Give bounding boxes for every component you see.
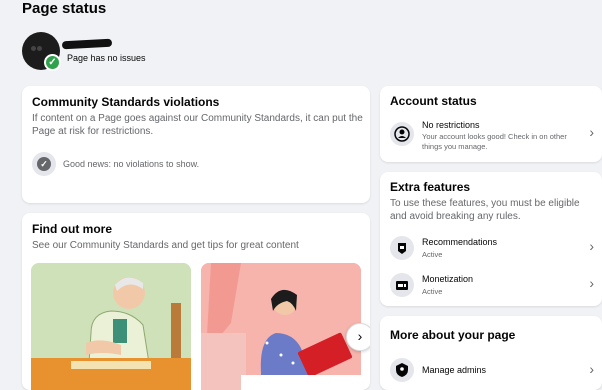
checkmark-icon: ✓ [44,54,61,71]
page-status-text: Page has no issues [67,53,146,63]
find-out-more-card: Find out more See our Community Standard… [22,213,370,390]
extra-features-title: Extra features [390,180,471,194]
account-status-title: Account status [390,94,477,108]
community-standards-title: Community Standards violations [32,95,220,109]
elder-man-illustration [31,263,191,390]
checkmark-circle-icon: ✓ [32,152,56,176]
tip-card-woman-laptop[interactable] [201,263,361,390]
extra-features-card: Extra features To use these features, yo… [380,172,602,306]
account-status-card: Account status No restrictions Your acco… [380,86,602,162]
page-name-redacted [61,38,113,50]
manage-admins-label[interactable]: Manage admins [422,365,486,375]
shield-icon [390,358,414,382]
more-about-page-card: More about your page Manage admins › [380,316,602,390]
community-standards-description: If content on a Page goes against our Co… [32,113,363,137]
user-icon [390,122,414,146]
monetization-status: Active [422,287,443,296]
carousel-next-button[interactable]: › [346,323,370,351]
monetization-icon [390,273,414,297]
page-title: Page status [22,0,107,17]
more-about-page-title: More about your page [390,328,516,342]
recommendations-status: Active [422,250,443,259]
extra-features-description: To use these features, you must be eligi… [390,198,580,222]
woman-laptop-illustration [201,263,361,390]
chevron-right-icon[interactable]: › [589,238,594,254]
tip-card-elder-man[interactable] [31,263,191,390]
monetization-label[interactable]: Monetization [422,274,473,284]
chevron-right-icon[interactable]: › [589,124,594,140]
recommendations-label[interactable]: Recommendations [422,237,497,247]
chevron-right-icon[interactable]: › [589,361,594,377]
good-news-text: Good news: no violations to show. [63,159,200,169]
chevron-right-icon[interactable]: › [589,275,594,291]
chevron-right-icon: › [357,328,363,344]
no-restrictions-description: Your account looks good! Check in on oth… [422,132,567,151]
no-restrictions-label: No restrictions [422,120,480,130]
find-out-more-description: See our Community Standards and get tips… [32,240,299,251]
recommendations-icon [390,236,414,260]
community-standards-card: Community Standards violations If conten… [22,86,370,203]
find-out-more-title: Find out more [32,222,112,236]
